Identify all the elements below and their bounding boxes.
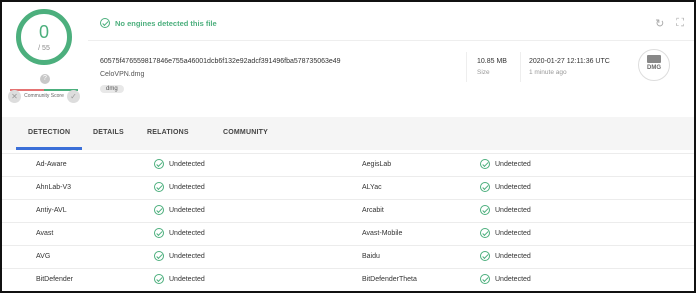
engine-result: Undetected — [154, 205, 205, 215]
engine-name: ALYac — [362, 184, 382, 191]
engine-result: Undetected — [154, 251, 205, 261]
engine-result: Undetected — [480, 205, 531, 215]
tab-detection[interactable]: DETECTION — [28, 129, 70, 136]
engine-result-text: Undetected — [169, 206, 205, 214]
engine-result-text: Undetected — [495, 275, 531, 283]
engine-result: Undetected — [154, 228, 205, 238]
header-actions: ↻ ⛶ — [655, 17, 684, 30]
check-circle-icon — [154, 251, 164, 261]
engine-result-text: Undetected — [495, 206, 531, 214]
tab-relations[interactable]: RELATIONS — [147, 129, 189, 136]
divider — [466, 52, 467, 82]
file-tag[interactable]: dmg — [100, 85, 124, 93]
engine-result-text: Undetected — [495, 183, 531, 191]
header-divider — [88, 40, 694, 41]
disk-image-icon — [647, 55, 661, 63]
table-row: Antiy-AVL Undetected Arcabit Undetected — [2, 199, 694, 223]
file-name: CeloVPN.dmg — [100, 71, 145, 78]
tab-details[interactable]: DETAILS — [93, 129, 124, 136]
detection-count: 0 — [38, 22, 49, 42]
scan-status: No engines detected this file — [100, 18, 217, 28]
engine-name: BitDefenderTheta — [362, 276, 417, 283]
engine-result: Undetected — [480, 251, 531, 261]
engine-result: Undetected — [154, 274, 205, 284]
check-circle-icon — [154, 205, 164, 215]
engine-result-text: Undetected — [495, 229, 531, 237]
scan-date: 2020-01-27 12:11:36 UTC — [529, 58, 610, 65]
detection-score-ring: 0 / 55 — [16, 9, 72, 65]
reanalyze-icon[interactable]: ↻ — [655, 17, 664, 30]
engine-name: Antiy-AVL — [36, 207, 67, 214]
engine-result: Undetected — [480, 274, 531, 284]
scan-status-text: No engines detected this file — [115, 18, 217, 28]
check-circle-icon — [480, 228, 490, 238]
engine-name: Avast — [36, 230, 54, 237]
community-score-bar — [10, 89, 78, 91]
engine-name: Avast-Mobile — [362, 230, 403, 237]
community-score: ? ✕ ✓ Community Score — [8, 72, 80, 112]
check-circle-icon — [480, 251, 490, 261]
check-circle-icon — [480, 274, 490, 284]
engine-result-text: Undetected — [169, 183, 205, 191]
engine-result-text: Undetected — [495, 252, 531, 260]
engine-result-text: Undetected — [495, 160, 531, 168]
engine-name: BitDefender — [36, 276, 73, 283]
engine-name: Ad-Aware — [36, 161, 67, 168]
community-score-indicator: ? — [40, 74, 50, 84]
table-row: AVG Undetected Baidu Undetected — [2, 245, 694, 269]
table-row: AhnLab-V3 Undetected ALYac Undetected — [2, 176, 694, 200]
file-size-label: Size — [477, 69, 490, 76]
engine-result: Undetected — [480, 159, 531, 169]
engine-name: Baidu — [362, 253, 380, 260]
vote-down-button[interactable]: ✕ — [8, 90, 21, 103]
table-row: Avast Undetected Avast-Mobile Undetected — [2, 222, 694, 246]
engine-result-text: Undetected — [169, 229, 205, 237]
file-report-panel: 0 / 55 ? ✕ ✓ Community Score No engines … — [0, 0, 696, 293]
engine-total: / 55 — [38, 45, 50, 52]
check-circle-icon — [154, 159, 164, 169]
check-circle-icon — [480, 205, 490, 215]
engine-result-text: Undetected — [169, 275, 205, 283]
engine-result: Undetected — [480, 228, 531, 238]
engine-result: Undetected — [154, 182, 205, 192]
community-score-label: Community Score — [24, 93, 64, 99]
similar-search-icon[interactable]: ⛶ — [676, 17, 684, 30]
engine-result: Undetected — [480, 182, 531, 192]
table-row: Ad-Aware Undetected AegisLab Undetected — [2, 153, 694, 177]
active-tab-indicator — [16, 147, 82, 150]
check-circle-icon — [154, 274, 164, 284]
vote-up-button[interactable]: ✓ — [67, 90, 80, 103]
tab-community[interactable]: COMMUNITY — [223, 129, 268, 136]
check-circle-icon — [480, 182, 490, 192]
file-type-label: DMG — [647, 65, 661, 71]
engine-result-text: Undetected — [169, 252, 205, 260]
table-row: BitDefender Undetected BitDefenderTheta Und… — [2, 268, 694, 291]
check-circle-icon — [154, 182, 164, 192]
file-hash[interactable]: 60575f476559817846e755a46001dcb6f132e92a… — [100, 58, 341, 65]
check-circle-icon — [100, 18, 110, 28]
check-circle-icon — [480, 159, 490, 169]
engine-name: AVG — [36, 253, 51, 260]
file-size: 10.85 MB — [477, 58, 507, 65]
engine-result: Undetected — [154, 159, 205, 169]
engine-name: AhnLab-V3 — [36, 184, 72, 191]
divider — [520, 52, 521, 82]
check-circle-icon — [154, 228, 164, 238]
engine-name: Arcabit — [362, 207, 384, 214]
scan-date-relative: 1 minute ago — [529, 69, 567, 76]
engine-result-text: Undetected — [169, 160, 205, 168]
engine-name: AegisLab — [362, 161, 392, 168]
dmg-file-icon: DMG — [638, 49, 670, 81]
